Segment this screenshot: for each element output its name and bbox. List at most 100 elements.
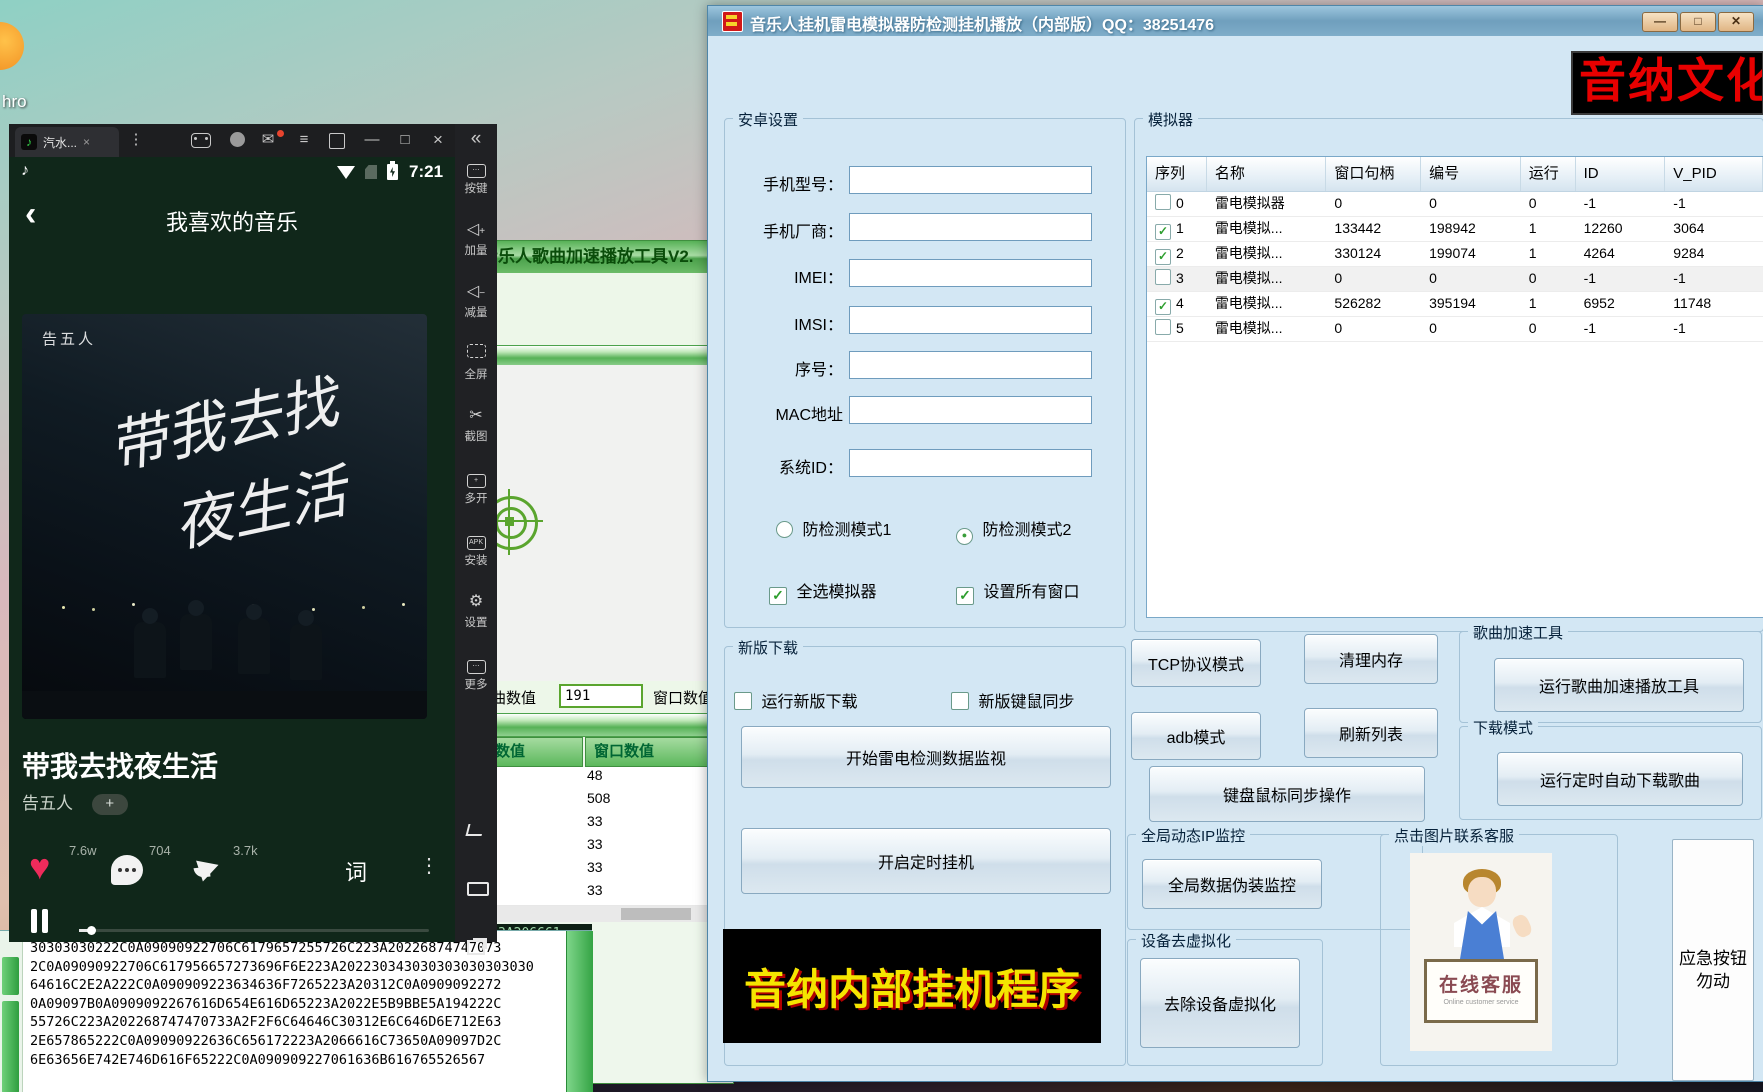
mac-input[interactable] [849,396,1092,424]
illustration-head [1468,877,1496,907]
phone-vendor-input[interactable] [849,213,1092,241]
table-row[interactable]: 48 [471,767,731,791]
emulator-tab[interactable]: ♪ 汽水... × [15,127,119,157]
remove-virtualization-button[interactable]: 去除设备虚拟化 [1140,958,1300,1048]
start-timer-hangup-button[interactable]: 开启定时挂机 [741,828,1111,894]
customer-service-image[interactable]: 在线客服 Online customer service [1410,853,1552,1051]
menu-icon[interactable]: ≡ [293,131,315,149]
table-row[interactable]: ✓1 雷电模拟...1334421989421122603064 [1147,217,1763,242]
table-row[interactable]: 5 雷电模拟...000-1-1 [1147,317,1763,342]
sidebar-item-screenshot[interactable]: ✂截图 [455,406,497,444]
kbmouse-sync-button[interactable]: 键盘鼠标同步操作 [1149,766,1425,822]
checkbox-icon [951,692,969,710]
artist-name[interactable]: 告五人 [22,794,73,813]
minimize-icon[interactable]: — [361,131,383,149]
global-data-disguise-button[interactable]: 全局数据伪装监控 [1142,859,1322,909]
close-button[interactable]: ✕ [1718,12,1754,32]
android-recents-icon[interactable] [467,940,485,955]
run-auto-download-button[interactable]: 运行定时自动下载歌曲 [1497,752,1743,806]
row-checkbox[interactable] [1155,269,1171,285]
start-detect-monitor-button[interactable]: 开始雷电检测数据监视 [741,726,1111,788]
table-row[interactable]: 133 [471,882,731,906]
resize-icon[interactable] [329,133,345,149]
row-checkbox[interactable] [1155,194,1171,210]
anti-detect-mode1-radio[interactable]: 防检测模式1 [776,516,891,540]
row-checkbox[interactable] [1155,319,1171,335]
tab-menu-icon[interactable]: ⋮ [125,131,147,149]
sidebar-item-volume-up[interactable]: ◁+加量 [455,220,497,258]
more-options-icon[interactable]: ⋮ [419,853,439,878]
set-all-windows-checkbox[interactable]: ✓ 设置所有窗口 [956,578,1079,605]
android-home-icon[interactable] [467,882,489,896]
row-checkbox[interactable]: ✓ [1155,299,1171,315]
main-titlebar[interactable]: 音乐人挂机雷电模拟器防检测挂机播放（内部版）QQ：38251476 — □ ✕ [708,6,1763,36]
table-row[interactable]: 2508 [471,790,731,814]
pause-button[interactable] [31,909,37,933]
table-row[interactable]: ✓4 雷电模拟...5262823951941695211748 [1147,292,1763,317]
person-silhouette [180,614,212,670]
field-label: 序号： [718,356,843,380]
progress-bar[interactable] [79,929,429,932]
sidebar-item-keyboard[interactable]: ⋯按键 [455,158,497,196]
song-value-input[interactable] [559,684,643,708]
group-title: 点击图片联系客服 [1389,825,1519,846]
lyrics-toggle[interactable]: 词 [345,855,367,887]
accelerator-titlebar[interactable]: 音乐人歌曲加速播放工具V2. [471,241,733,273]
album-art[interactable]: 告五人 带我去找 夜生活 [22,314,427,719]
sidebar-item-volume-down[interactable]: ◁−减量 [455,282,497,320]
imsi-input[interactable] [849,306,1092,334]
row-checkbox[interactable]: ✓ [1155,224,1171,240]
like-icon[interactable]: ♥ [29,849,50,885]
imei-input[interactable] [849,259,1092,287]
follow-button[interactable]: + [92,794,128,815]
table-row[interactable]: 133 [471,813,731,837]
close-icon[interactable]: × [427,131,449,149]
table-row[interactable]: 3 雷电模拟...000-1-1 [1147,267,1763,292]
scrollbar-thumb[interactable] [621,908,691,920]
gamepad-icon[interactable] [191,133,211,148]
run-new-download-checkbox[interactable]: 运行新版下载 [734,688,857,712]
scrollbar-thumb[interactable] [2,957,19,995]
collapse-sidebar-icon[interactable]: « [455,128,497,150]
progress-knob[interactable] [87,926,96,935]
table-row[interactable]: ✓2 雷电模拟...330124199074142649284 [1147,242,1763,267]
new-kbmouse-sync-checkbox[interactable]: 新版键鼠同步 [951,688,1074,712]
desktop-icon-label[interactable]: hro [2,92,27,112]
account-avatar-icon[interactable] [230,132,245,147]
android-back-icon[interactable] [466,824,485,836]
right-scrollbar[interactable] [566,931,593,1092]
window-title: 音乐人挂机雷电模拟器防检测挂机播放（内部版）QQ：38251476 [750,11,1214,35]
table-row[interactable]: 0 雷电模拟器000-1-1 [1147,192,1763,217]
select-all-emulators-checkbox[interactable]: ✓ 全选模拟器 [769,578,876,605]
maximize-icon[interactable]: □ [394,131,416,149]
emergency-button[interactable]: 应急按钮 勿动 [1672,839,1754,1081]
system-id-input[interactable] [849,449,1092,477]
scrollbar-thumb[interactable] [2,1001,19,1092]
comment-icon[interactable] [111,855,143,885]
sidebar-item-multi-instance[interactable]: +多开 [455,468,497,506]
adb-mode-button[interactable]: adb模式 [1131,712,1261,760]
horizontal-scrollbar[interactable] [471,906,733,922]
run-song-accelerator-button[interactable]: 运行歌曲加速播放工具 [1494,658,1744,712]
mail-icon[interactable]: ✉ [257,131,279,149]
pause-button[interactable] [42,909,48,933]
sidebar-item-settings[interactable]: ⚙设置 [455,592,497,630]
tab-close-icon[interactable]: × [83,135,90,149]
scissors-icon: ✂ [455,406,497,426]
sidebar-item-install-apk[interactable]: APK安装 [455,530,497,568]
table-row[interactable]: 133 [471,836,731,860]
refresh-list-button[interactable]: 刷新列表 [1304,708,1438,758]
minimize-button[interactable]: — [1642,12,1678,32]
clean-memory-button[interactable]: 清理内存 [1304,634,1438,684]
serial-input[interactable] [849,351,1092,379]
maximize-button[interactable]: □ [1680,12,1716,32]
left-scrollbar[interactable] [0,931,23,1092]
phone-model-input[interactable] [849,166,1092,194]
sidebar-item-fullscreen[interactable]: 全屏 [455,344,497,382]
share-icon[interactable] [196,854,222,881]
anti-detect-mode2-radio[interactable]: ● 防检测模式2 [956,516,1071,545]
table-row[interactable]: 133 [471,859,731,883]
sidebar-item-more[interactable]: ⋯更多 [455,654,497,692]
tcp-mode-button[interactable]: TCP协议模式 [1131,639,1261,687]
row-checkbox[interactable]: ✓ [1155,249,1171,265]
